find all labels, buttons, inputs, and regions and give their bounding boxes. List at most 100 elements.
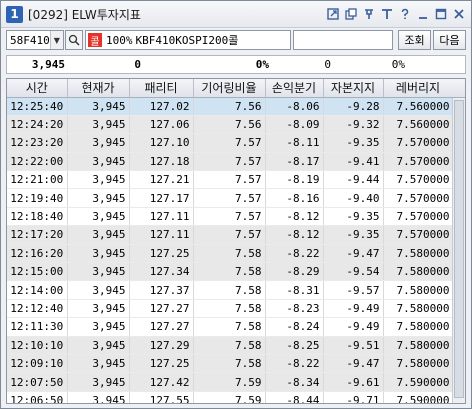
column-header[interactable]: 레버리지 (383, 79, 454, 98)
table-cell: 127.25 (129, 244, 194, 264)
table-row[interactable]: 12:24:20 3,945 127.06 7.56 -8.09 -9.32 7.56000… (7, 115, 454, 135)
chevron-down-icon[interactable]: ▼ (49, 31, 63, 49)
table-cell: -8.44 (265, 391, 324, 403)
summary-price: 3,945 (31, 58, 65, 71)
table-cell: 7.56 (193, 115, 266, 135)
table-cell: 127.17 (129, 188, 194, 208)
maximize-icon[interactable] (433, 6, 449, 22)
table-cell: -8.06 (265, 97, 324, 116)
table-cell: -8.25 (265, 336, 324, 355)
table-cell: 7.580000 (383, 354, 454, 374)
summary-volume: 0 (324, 58, 331, 71)
next-button[interactable]: 다음 (433, 30, 466, 50)
table-cell: 7.57 (193, 207, 266, 227)
copy-window-icon[interactable] (343, 6, 359, 22)
vertical-scrollbar[interactable] (452, 98, 465, 403)
table-row[interactable]: 12:12:40 3,945 127.27 7.58 -8.23 -9.49 7.58000… (7, 299, 454, 319)
table-cell: -9.47 (323, 244, 384, 264)
table-cell: -9.35 (323, 133, 384, 153)
table-row[interactable]: 12:21:00 3,945 127.21 7.57 -8.19 -9.44 7.57000… (7, 170, 454, 190)
table-cell: 7.58 (193, 336, 266, 355)
table-cell: 127.29 (129, 336, 194, 355)
table-cell: 12:15:00 (7, 262, 68, 282)
table-cell: -8.17 (265, 152, 324, 172)
table-cell: -8.16 (265, 188, 324, 208)
table-cell: 3,945 (67, 115, 130, 135)
table-cell: 127.25 (129, 354, 194, 374)
help-icon[interactable] (397, 6, 413, 22)
table-row[interactable]: 12:06:50 3,945 127.55 7.59 -8.44 -9.71 7.59000… (7, 391, 454, 403)
title-bar: 1 [0292] ELW투자지표 (1, 1, 471, 28)
minimize-icon[interactable] (415, 6, 431, 22)
table-row[interactable]: 12:16:20 3,945 127.25 7.58 -8.22 -9.47 7.58000… (7, 244, 454, 264)
table-row[interactable]: 12:18:40 3,945 127.11 7.57 -8.12 -9.35 7.57000… (7, 207, 454, 227)
table-cell: 3,945 (67, 372, 130, 392)
table-cell: 3,945 (67, 391, 130, 403)
code-combo[interactable]: 58F410 ▼ (6, 30, 64, 50)
table-row[interactable]: 12:17:20 3,945 127.11 7.57 -8.12 -9.35 7.57000… (7, 225, 454, 245)
table-cell: 127.06 (129, 115, 194, 135)
instrument-name: KBF410KOSPI200콜 (135, 34, 239, 47)
table-cell: 3,945 (67, 225, 130, 245)
table-cell: 12:14:00 (7, 280, 68, 300)
summary-change: 0 (134, 58, 141, 71)
table-cell: 127.18 (129, 152, 194, 172)
scrollbar-thumb[interactable] (454, 100, 464, 398)
table-cell: -9.57 (323, 280, 384, 300)
table-row[interactable]: 12:23:20 3,945 127.10 7.57 -8.11 -9.35 7.57000… (7, 133, 454, 153)
table-cell: -8.29 (265, 262, 324, 282)
code-input[interactable]: 58F410 (7, 34, 50, 47)
column-header[interactable]: 자본지지 (323, 79, 384, 98)
summary-rate: 0% (255, 58, 269, 71)
table-cell: -9.32 (323, 115, 384, 135)
table-cell: 7.560000 (383, 115, 454, 135)
table-cell: -9.35 (323, 225, 384, 245)
table-row[interactable]: 12:09:10 3,945 127.25 7.58 -8.22 -9.47 7.58000… (7, 354, 454, 374)
close-icon[interactable] (451, 6, 467, 22)
table-cell: 12:06:50 (7, 391, 68, 403)
table-row[interactable]: 12:15:00 3,945 127.34 7.58 -8.29 -9.54 7.58000… (7, 262, 454, 282)
window-title: [0292] ELW투자지표 (28, 7, 141, 22)
table-row[interactable]: 12:10:10 3,945 127.29 7.58 -8.25 -9.51 7.58000… (7, 336, 454, 355)
table-cell: 12:09:10 (7, 354, 68, 374)
column-header[interactable]: 시간 (7, 79, 68, 98)
table-cell: -9.51 (323, 336, 384, 355)
table-cell: -8.09 (265, 115, 324, 135)
table-cell: 3,945 (67, 317, 130, 337)
extra-input[interactable] (293, 30, 393, 50)
table-cell: 7.58 (193, 354, 266, 374)
table-cell: -8.12 (265, 225, 324, 245)
text-icon[interactable] (379, 6, 395, 22)
table-cell: 7.580000 (383, 336, 454, 355)
table-cell: 127.34 (129, 262, 194, 282)
table-header: 시간 현재가 패리티 기어링비율 손익분기 자본지지 레버리지 (7, 79, 454, 98)
table-cell: 12:10:10 (7, 336, 68, 355)
search-button[interactable] (65, 30, 83, 50)
table-cell: 7.58 (193, 280, 266, 300)
pin-icon[interactable] (361, 6, 377, 22)
table-cell: 7.580000 (383, 299, 454, 319)
table-cell: 12:17:20 (7, 225, 68, 245)
table-row[interactable]: 12:07:50 3,945 127.42 7.59 -8.34 -9.61 7.59000… (7, 372, 454, 392)
table-row[interactable]: 12:22:00 3,945 127.18 7.57 -8.17 -9.41 7.57000… (7, 152, 454, 172)
column-header[interactable]: 손익분기 (265, 79, 324, 98)
table-cell: -9.44 (323, 170, 384, 190)
table-cell: 12:11:30 (7, 317, 68, 337)
query-button[interactable]: 조회 (398, 30, 431, 50)
table-row[interactable]: 12:19:40 3,945 127.17 7.57 -8.16 -9.40 7.57000… (7, 188, 454, 208)
window-link-icon[interactable] (325, 6, 341, 22)
table-row[interactable]: 12:14:00 3,945 127.37 7.58 -8.31 -9.57 7.58000… (7, 280, 454, 300)
table-cell: 127.37 (129, 280, 194, 300)
table-row[interactable]: 12:25:40 3,945 127.02 7.56 -8.06 -9.28 7.56000… (7, 97, 454, 116)
table-row[interactable]: 12:11:30 3,945 127.27 7.58 -8.24 -9.49 7.58000… (7, 317, 454, 337)
ratio-text: 100% (106, 33, 133, 47)
column-header[interactable]: 현재가 (67, 79, 130, 98)
table-cell: -9.49 (323, 317, 384, 337)
table-cell: 3,945 (67, 97, 130, 116)
column-header[interactable]: 패리티 (129, 79, 194, 98)
table-cell: 3,945 (67, 207, 130, 227)
table-cell: 3,945 (67, 280, 130, 300)
column-header[interactable]: 기어링비율 (193, 79, 266, 98)
table-cell: -9.47 (323, 354, 384, 374)
table-cell: -8.11 (265, 133, 324, 153)
